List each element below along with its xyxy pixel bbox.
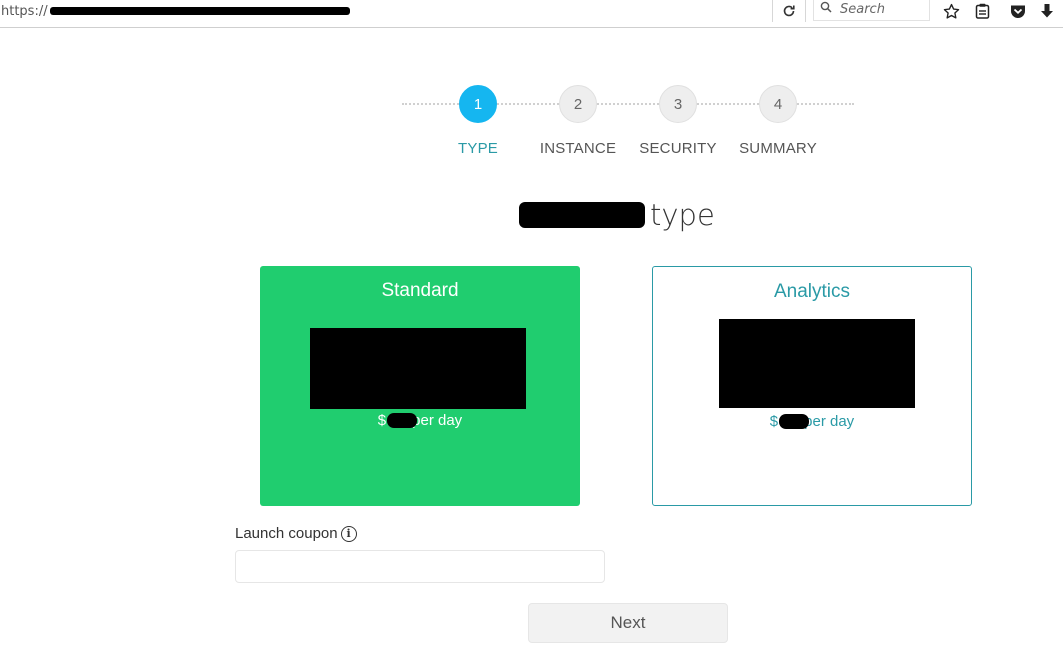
- browser-toolbar: https:// Search: [0, 0, 1063, 28]
- redacted-price: [778, 414, 809, 429]
- step-3-circle[interactable]: 3: [659, 85, 697, 123]
- reload-icon: [783, 5, 795, 17]
- toolbar-divider: [772, 0, 773, 22]
- next-button[interactable]: Next: [528, 603, 728, 643]
- reading-list-button[interactable]: [971, 0, 993, 22]
- url-bar[interactable]: https://: [1, 4, 48, 19]
- card-price: $ per day: [653, 413, 971, 430]
- price-unit: per day: [804, 413, 855, 430]
- downloads-button[interactable]: [1036, 0, 1058, 22]
- search-icon: [820, 1, 832, 16]
- step-4-circle[interactable]: 4: [759, 85, 797, 123]
- info-icon[interactable]: i: [340, 526, 357, 542]
- price-currency: $: [377, 412, 387, 429]
- redacted-url: [50, 7, 350, 15]
- page-title: type: [650, 198, 715, 232]
- pocket-button[interactable]: [1007, 0, 1029, 22]
- pocket-icon: [1011, 5, 1025, 18]
- step-label-summary: SUMMARY: [739, 140, 817, 157]
- card-price: $ per day: [260, 412, 580, 429]
- step-2-circle[interactable]: 2: [559, 85, 597, 123]
- toolbar-divider: [805, 0, 806, 22]
- card-title: Analytics: [773, 281, 851, 302]
- star-icon: [943, 3, 959, 19]
- step-1-circle[interactable]: 1: [459, 85, 497, 123]
- redacted-card-content: [719, 319, 915, 408]
- price-unit: per day: [412, 412, 463, 429]
- standard-type-card[interactable]: Standard $ per day: [260, 266, 580, 506]
- download-arrow-icon: [1041, 4, 1053, 18]
- coupon-input[interactable]: [235, 550, 605, 583]
- search-placeholder: Search: [840, 2, 885, 17]
- browser-search-box[interactable]: Search: [813, 0, 930, 21]
- reload-button[interactable]: [776, 0, 802, 22]
- coupon-label-text: Launch coupon: [235, 525, 338, 542]
- price-currency: $: [769, 413, 779, 430]
- redacted-price: [386, 413, 417, 428]
- coupon-label: Launch coupon i: [235, 525, 357, 542]
- clipboard-icon: [975, 3, 989, 19]
- analytics-type-card[interactable]: Analytics $ per day: [652, 266, 972, 506]
- card-title: Standard: [381, 280, 459, 301]
- redacted-card-content: [310, 328, 526, 409]
- redacted-title-word: [519, 202, 645, 228]
- bookmark-star-button[interactable]: [940, 0, 962, 22]
